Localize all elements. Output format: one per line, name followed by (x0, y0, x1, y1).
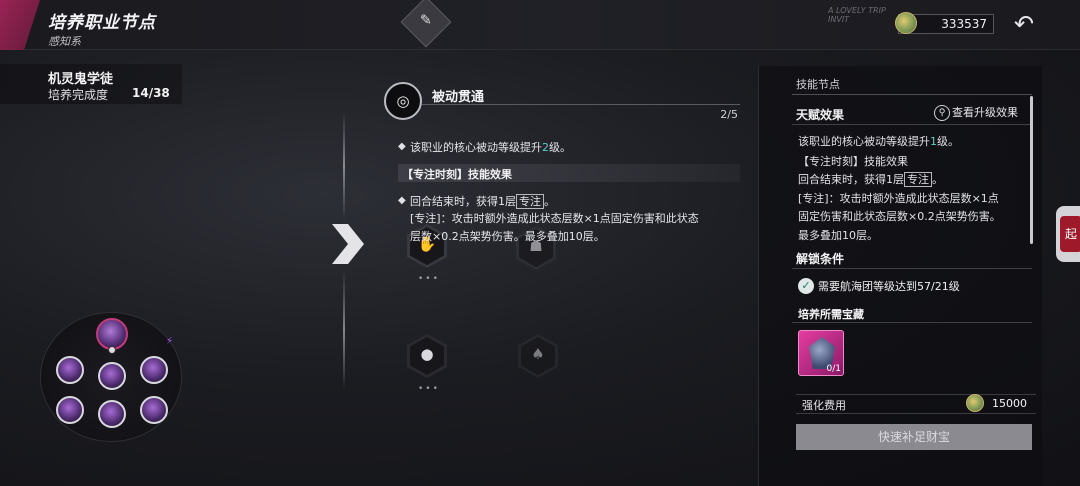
treasure-header: 培养所需宝藏 (798, 308, 864, 321)
tree-node[interactable] (56, 396, 84, 424)
side-tab-label: 起 (1060, 216, 1080, 252)
locked-skill-icon: ♠ (531, 345, 545, 363)
treasure-count: 0/1 (826, 364, 841, 374)
view-upgrade-button[interactable]: ⚲ 查看升级效果 (934, 104, 1018, 122)
highlight-number: 2 (542, 141, 549, 154)
divider (792, 124, 1032, 125)
side-tab[interactable]: 起 (1056, 206, 1080, 262)
spark-icon: ⚡ (166, 336, 174, 347)
highlight-number: 1 (930, 135, 937, 148)
more-dots: ••• (418, 384, 440, 394)
skill-effect-line: 层数×0.2点架势伤害。最多叠加10层。 (410, 230, 605, 243)
unlock-header: 解锁条件 (796, 252, 845, 266)
divider (792, 268, 1032, 269)
text-segment: 。 (544, 195, 555, 208)
status-tag[interactable]: 专注 (516, 194, 544, 209)
screen: 培养职业节点 感知系 ✎ A LOVELY TRIP INVIT 333537 … (0, 0, 1080, 486)
unlock-requirement: 需要航海团等级达到57/21级 (818, 280, 960, 293)
progress-value: 14/38 (132, 86, 170, 100)
tree-node[interactable] (140, 356, 168, 384)
skill-effect-line: 该职业的核心被动等级提升2级。 (410, 139, 571, 155)
skill-effect-line: 回合结束时，获得1层 专注。 (410, 193, 555, 209)
coin-icon (966, 394, 984, 412)
progress-label: 培养完成度 (48, 88, 109, 102)
node-type-icon: ✎ (400, 0, 452, 48)
text-segment: 回合结束时，获得1层 (410, 195, 516, 208)
talent-text: 固定伤害和此状态层数×0.2点架势伤害。 (798, 210, 1001, 223)
skill-detail-card: ◎ 被动贯通 2/5 ◆ 该职业的核心被动等级提升2级。 【专注时刻】技能效果 … (384, 82, 746, 252)
talent-text: 回合结束时，获得1层 专注。 (798, 171, 943, 187)
talent-text: 最多叠加10层。 (798, 229, 878, 242)
decorative-text: A LOVELY TRIP INVIT (828, 6, 886, 24)
coin-icon (895, 12, 917, 34)
target-skill-icon: ◎ (384, 82, 422, 120)
tree-line (343, 112, 345, 220)
top-bar: 培养职业节点 感知系 ✎ A LOVELY TRIP INVIT 333537 … (0, 0, 1080, 50)
check-icon: ✓ (798, 278, 814, 294)
divider (792, 94, 1032, 95)
back-button[interactable]: ↶ (1008, 10, 1040, 38)
divider (792, 322, 1032, 323)
chevron-right-icon (332, 224, 364, 264)
skill-level: 2/5 (720, 108, 738, 121)
career-name: 机灵鬼学徒 (48, 72, 114, 87)
bullet-icon: ◆ (398, 195, 406, 206)
text-segment: 该职业的核心被动等级提升 (410, 141, 542, 154)
currency-value: 333537 (941, 17, 987, 31)
panel-title: 技能节点 (796, 78, 840, 91)
back-arrow-icon: ↶ (1013, 10, 1035, 38)
text-segment: 级。 (937, 135, 959, 148)
treasure-item[interactable]: 0/1 (798, 330, 844, 376)
tree-line (343, 270, 345, 390)
currency-display: 333537 (895, 12, 994, 34)
text-segment: 。 (932, 173, 943, 186)
page-subtitle: 感知系 (48, 35, 81, 48)
divider (422, 104, 740, 105)
quick-refill-button[interactable]: 快速补足财宝 (796, 424, 1032, 450)
bomb-icon: ● (420, 345, 434, 363)
tree-node[interactable] (98, 362, 126, 390)
talent-text: [专注]：攻击时额外造成此状态层数×1点 (798, 192, 999, 205)
skill-effect-line: [专注]：攻击时额外造成此状态层数×1点固定伤害和此状态 (410, 212, 699, 225)
bullet-icon: ◆ (398, 141, 406, 152)
cost-label: 强化费用 (802, 399, 846, 412)
tree-node[interactable] (140, 396, 168, 424)
cost-value: 15000 (992, 397, 1027, 410)
talent-text: 该职业的核心被动等级提升1级。 (798, 133, 959, 149)
tree-node[interactable] (98, 400, 126, 428)
search-icon: ⚲ (934, 105, 950, 121)
status-tag[interactable]: 专注 (904, 172, 932, 187)
accent-decoration (0, 0, 40, 50)
page-title: 培养职业节点 (48, 13, 156, 33)
skill-node-locked[interactable]: ♠ (518, 334, 558, 378)
view-upgrade-label: 查看升级效果 (952, 106, 1018, 119)
scrollbar[interactable] (1030, 96, 1033, 244)
talent-effect-header: 天赋效果 (796, 108, 845, 122)
section-label: 【专注时刻】技能效果 (402, 168, 512, 181)
tree-node[interactable] (56, 356, 84, 384)
tree-connector-dot (108, 346, 116, 354)
text-segment: 回合结束时，获得1层 (798, 173, 904, 186)
node-detail-panel (758, 66, 1042, 486)
talent-text: 【专注时刻】技能效果 (798, 155, 908, 168)
skill-name: 被动贯通 (432, 90, 485, 105)
text-segment: 级。 (549, 141, 571, 154)
skill-node[interactable]: ● (407, 334, 447, 378)
text-segment: 该职业的核心被动等级提升 (798, 135, 930, 148)
more-dots: ••• (418, 274, 440, 284)
